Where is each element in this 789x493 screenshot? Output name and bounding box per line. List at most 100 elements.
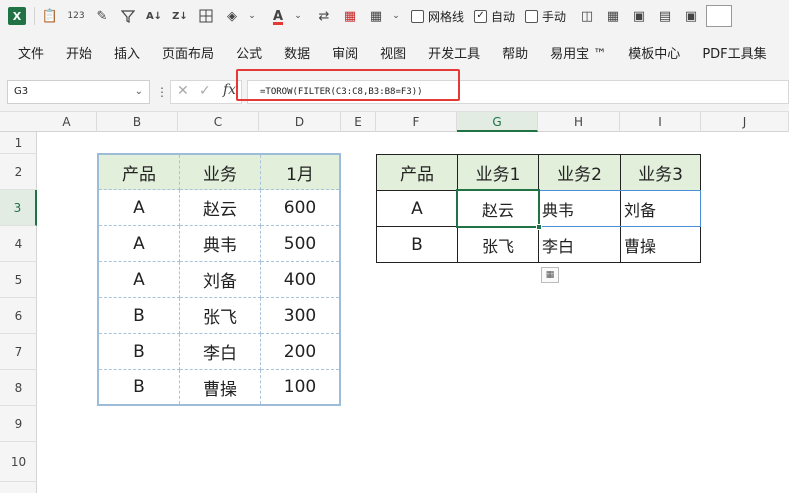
table-cell[interactable]: B [377,227,458,262]
filter-icon[interactable] [117,5,139,27]
sheet-icon[interactable]: ▤ [654,5,676,27]
fill-color-icon[interactable]: ◈ [221,5,243,27]
source-table: 产品 业务 1月 A 赵云 600 A 典韦 500 A 刘备 400 B 张飞… [97,153,341,406]
column-header-e[interactable]: E [341,112,376,132]
column-header-g[interactable]: G [457,112,538,132]
checkbox-checked-icon[interactable]: ✓ [474,9,488,23]
menu-file[interactable]: 文件 [18,43,44,62]
menu-yiyongbao[interactable]: 易用宝 ™ [550,43,606,62]
table-header-cell[interactable]: 业务2 [539,155,621,191]
table-cell[interactable]: 赵云 [180,190,261,226]
row-header-10[interactable]: 10 [0,442,37,482]
table-cell[interactable]: 典韦 [180,226,261,262]
row-header-7[interactable]: 7 [0,334,37,370]
manual-calc-checkbox[interactable]: 手动 [525,8,566,25]
table-cell[interactable]: A [99,262,180,298]
checkbox-label: 网格线 [428,9,465,24]
zoom-icon[interactable]: ▣ [628,5,650,27]
freeze-panes-icon[interactable]: ◫ [576,5,598,27]
table-cell[interactable]: 200 [261,334,339,370]
window-icon[interactable] [706,5,733,27]
more-options-icon[interactable]: ⋮ [156,85,168,99]
row-header-2[interactable]: 2 [0,154,37,190]
transpose-icon[interactable]: ⇄ [313,5,335,27]
sort-ascending-icon[interactable]: A↓ [143,5,165,27]
row-header-6[interactable]: 6 [0,298,37,334]
menu-pdf-tools[interactable]: PDF工具集 [702,43,766,62]
table-cell[interactable]: 300 [261,298,339,334]
table-cell[interactable]: 曹操 [621,227,700,262]
menu-data[interactable]: 数据 [284,43,310,62]
menu-template-center[interactable]: 模板中心 [628,43,680,62]
menu-help[interactable]: 帮助 [502,43,528,62]
table-cell[interactable]: 600 [261,190,339,226]
menu-view[interactable]: 视图 [380,43,406,62]
column-header-d[interactable]: D [259,112,341,132]
menu-insert[interactable]: 插入 [114,43,140,62]
column-header-a[interactable]: A [37,112,97,132]
checkbox-box[interactable] [411,9,424,23]
quick-analysis-icon[interactable]: ▦ [541,267,559,283]
table-cell[interactable]: 400 [261,262,339,298]
sort-descending-icon[interactable]: Z↓ [169,5,191,27]
row-header-8[interactable]: 8 [0,370,37,406]
checkbox-box[interactable] [525,9,539,23]
table-cell[interactable]: B [99,370,180,404]
table-cell[interactable]: 张飞 [180,298,261,334]
fill-handle[interactable] [536,224,542,230]
row-header-9[interactable]: 9 [0,406,37,442]
table-cell[interactable]: A [377,191,458,227]
gridlines-checkbox[interactable]: 网格线 [411,8,464,25]
remove-sheet-icon[interactable]: ▣ [680,5,702,27]
menu-review[interactable]: 审阅 [332,43,358,62]
column-header-i[interactable]: I [620,112,701,132]
menu-home[interactable]: 开始 [66,43,92,62]
table-cell[interactable]: 李白 [539,227,621,262]
grid-view-icon[interactable]: ▦ [602,5,624,27]
table-cell[interactable]: 李白 [180,334,261,370]
insert-table-icon[interactable]: ▦ [365,5,387,27]
table-cell[interactable]: 500 [261,226,339,262]
menu-page-layout[interactable]: 页面布局 [162,43,214,62]
table-header-cell[interactable]: 1月 [261,155,339,190]
dropdown-arrow-icon[interactable]: ⌄ [287,5,309,27]
table-cell[interactable]: A [99,190,180,226]
column-header-j[interactable]: J [701,112,789,132]
clipboard-icon[interactable]: 📋 [39,5,61,27]
format-painter-icon[interactable]: ✎ [91,5,113,27]
font-color-icon[interactable]: A [267,5,289,27]
table-cell[interactable]: 100 [261,370,339,404]
column-header-f[interactable]: F [376,112,457,132]
row-header-3[interactable]: 3 [0,190,37,226]
dropdown-arrow-icon[interactable]: ⌄ [385,5,407,27]
row-header-1[interactable]: 1 [0,132,37,154]
confirm-icon[interactable]: ✓ [199,83,211,99]
table-cell[interactable]: B [99,298,180,334]
table-header-cell[interactable]: 产品 [99,155,180,190]
menu-developer[interactable]: 开发工具 [428,43,480,62]
delete-sheet-icon[interactable]: ▦ [339,5,361,27]
cancel-icon[interactable]: ✕ [177,83,189,99]
table-cell[interactable]: 刘备 [180,262,261,298]
row-header-5[interactable]: 5 [0,262,37,298]
chevron-down-icon[interactable]: ⌄ [135,81,143,103]
table-cell[interactable]: 曹操 [180,370,261,404]
row-header-4[interactable]: 4 [0,226,37,262]
table-cell[interactable]: A [99,226,180,262]
table-header-cell[interactable]: 产品 [377,155,458,191]
insert-function-button[interactable]: fx [223,82,236,98]
column-header-c[interactable]: C [178,112,259,132]
menu-formulas[interactable]: 公式 [236,43,262,62]
table-cell[interactable]: 张飞 [458,227,539,262]
table-cell[interactable]: B [99,334,180,370]
column-header-h[interactable]: H [538,112,620,132]
dropdown-arrow-icon[interactable]: ⌄ [241,5,263,27]
table-header-cell[interactable]: 业务1 [458,155,539,191]
column-header-b[interactable]: B [97,112,178,132]
table-header-cell[interactable]: 业务3 [621,155,700,191]
borders-icon[interactable] [195,5,217,27]
number-format-icon[interactable]: 123 [65,5,87,27]
table-header-cell[interactable]: 业务 [180,155,261,190]
auto-calc-checkbox[interactable]: ✓ 自动 [474,8,515,25]
name-box[interactable]: G3 ⌄ [7,80,150,104]
